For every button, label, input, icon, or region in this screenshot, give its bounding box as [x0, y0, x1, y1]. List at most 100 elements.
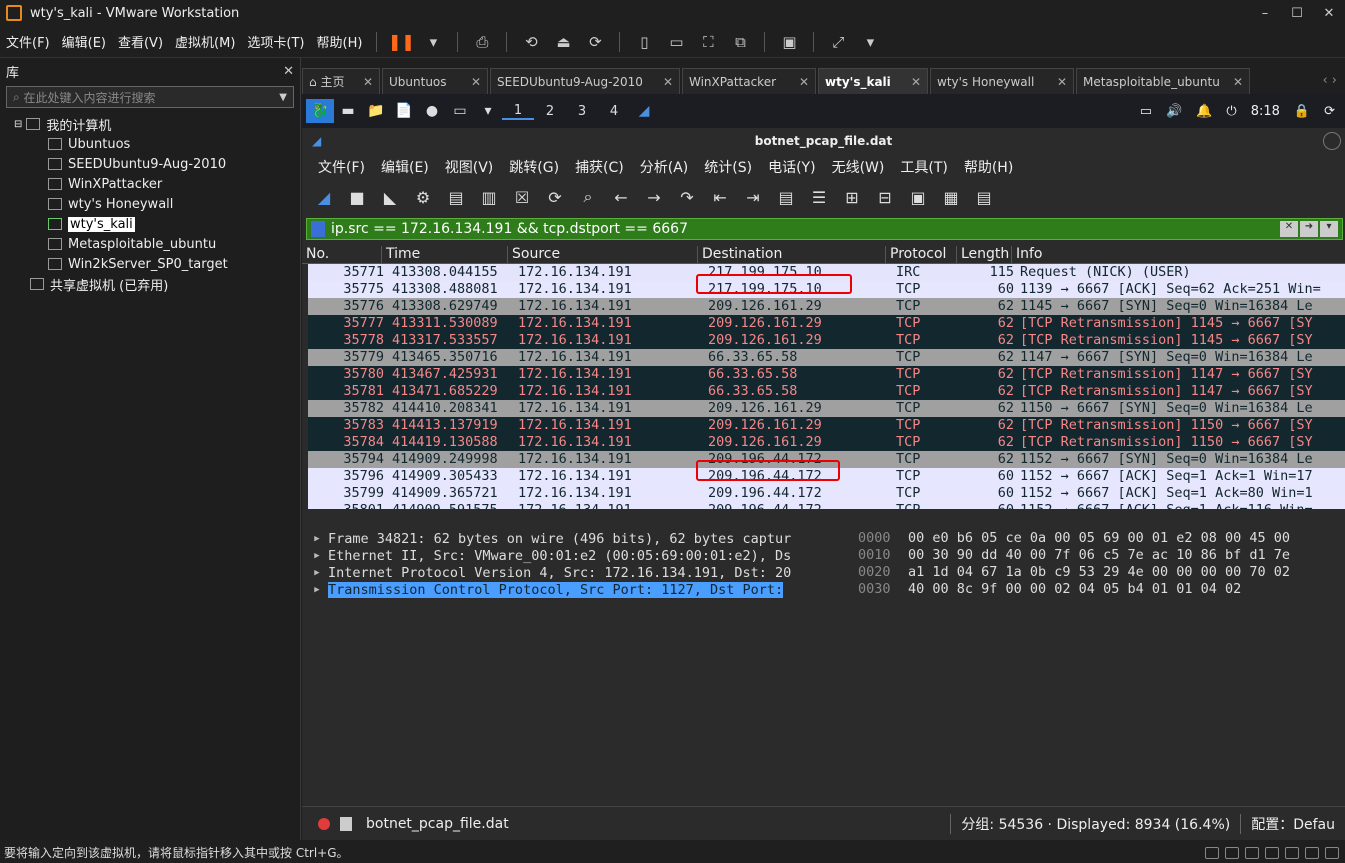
tab-ubuntuos[interactable]: Ubuntuos ✕ — [382, 68, 488, 94]
hex-row[interactable]: 0030 40 00 8c 9f 00 00 02 04 05 b4 01 01 … — [852, 581, 1345, 598]
detail-frame[interactable]: ▶ Frame 34821: 62 bytes on wire (496 bits… — [306, 530, 844, 547]
zoom-in-icon[interactable]: ⊞ — [838, 183, 866, 211]
tree-item-winxpattacker[interactable]: WinXPattacker — [0, 174, 300, 194]
tree-root[interactable]: ⊟ 我的计算机 — [0, 114, 300, 134]
detail-tcp[interactable]: ▶ Transmission Control Protocol, Src Port… — [306, 581, 844, 598]
expand-icon[interactable]: ▶ — [306, 568, 328, 578]
snapshot-icon[interactable]: ⟲ — [519, 30, 543, 54]
unity-icon[interactable]: ⧉ — [728, 30, 752, 54]
clear-filter-icon[interactable]: ✕ — [1280, 221, 1298, 237]
tree-item-kali[interactable]: wty's_kali — [0, 214, 300, 234]
packet-row[interactable]: 35782 414410.208341 172.16.134.191 209.126.… — [308, 400, 1345, 417]
menu-edit[interactable]: 编辑(E) — [56, 32, 112, 51]
workspace-2[interactable]: 2 — [534, 104, 566, 119]
wireshark-taskbar-icon[interactable]: ◢ — [630, 99, 658, 123]
refresh-icon[interactable]: ⟳ — [1324, 104, 1335, 119]
chevron-down-icon[interactable]: ▼ — [279, 92, 287, 103]
autoscroll-icon[interactable]: ▤ — [772, 183, 800, 211]
terminal-dropdown-icon[interactable]: ▾ — [474, 99, 502, 123]
edit-comment-icon[interactable] — [340, 816, 352, 831]
sound-icon[interactable] — [1285, 846, 1299, 859]
dropdown-icon[interactable]: ▾ — [421, 30, 445, 54]
menu-tabs[interactable]: 选项卡(T) — [241, 32, 310, 51]
tab-home[interactable]: ⌂ 主页 ✕ — [302, 68, 380, 94]
bookmark-icon[interactable] — [311, 221, 325, 237]
col-destination[interactable]: Destination — [698, 246, 886, 263]
workspace-1[interactable]: 1 — [502, 103, 534, 120]
tree-item-shared[interactable]: 共享虚拟机 (已弃用) — [0, 274, 300, 294]
minimize-icon[interactable]: – — [1249, 6, 1281, 21]
terminal-icon[interactable]: ▭ — [446, 99, 474, 123]
ws-menu-file[interactable]: 文件(F) — [310, 157, 373, 177]
last-packet-icon[interactable]: ⇥ — [739, 183, 767, 211]
normal-size-icon[interactable]: ▣ — [904, 183, 932, 211]
ws-menu-edit[interactable]: 编辑(E) — [373, 157, 437, 177]
tree-item-ubuntuos[interactable]: Ubuntuos — [0, 134, 300, 154]
firefox-icon[interactable]: ● — [418, 99, 446, 123]
status-profile[interactable]: 配置：Defau — [1240, 813, 1345, 834]
zoom-out-icon[interactable]: ⊟ — [871, 183, 899, 211]
packet-row[interactable]: 35799 414909.365721 172.16.134.191 209.196.… — [308, 485, 1345, 502]
tab-kali[interactable]: wty's_kali ✕ — [818, 68, 928, 94]
library-toggle-icon[interactable]: ▯ — [632, 30, 656, 54]
lock-icon[interactable]: 🔒 — [1294, 104, 1310, 119]
pause-icon[interactable]: ❚❚ — [388, 30, 415, 54]
packet-row[interactable]: 35777 413311.530089 172.16.134.191 209.126.… — [308, 315, 1345, 332]
ws-menu-statistics[interactable]: 统计(S) — [696, 157, 760, 177]
stop-capture-icon[interactable]: ■ — [343, 183, 371, 211]
close-icon[interactable]: ✕ — [911, 75, 921, 89]
stretch-icon[interactable]: ⤢ — [826, 30, 850, 54]
go-forward-icon[interactable]: → — [640, 183, 668, 211]
start-capture-icon[interactable]: ◢ — [310, 183, 338, 211]
detail-ethernet[interactable]: ▶ Ethernet II, Src: VMware_00:01:e2 (00:0… — [306, 547, 844, 564]
printer-icon[interactable] — [1305, 846, 1319, 859]
detail-ip[interactable]: ▶ Internet Protocol Version 4, Src: 172.1… — [306, 564, 844, 581]
hex-row[interactable]: 0020 a1 1d 04 67 1a 0b c9 53 29 4e 00 00 … — [852, 564, 1345, 581]
filter-dropdown-icon[interactable]: ▾ — [1320, 221, 1338, 237]
go-back-icon[interactable]: ← — [607, 183, 635, 211]
open-file-icon[interactable]: ▤ — [442, 183, 470, 211]
menu-help[interactable]: 帮助(H) — [311, 32, 369, 51]
display-device-icon[interactable] — [1325, 846, 1339, 859]
expert-info-icon[interactable] — [318, 817, 330, 830]
ws-menu-wireless[interactable]: 无线(W) — [824, 157, 893, 177]
expand-icon[interactable]: ▶ — [306, 551, 328, 561]
column-layout-icon[interactable]: ▤ — [970, 183, 998, 211]
colorize-icon[interactable]: ☰ — [805, 183, 833, 211]
go-to-packet-icon[interactable]: ↷ — [673, 183, 701, 211]
tree-item-win2kserver[interactable]: Win2kServer_SP0_target — [0, 254, 300, 274]
power-icon[interactable]: ⏻ — [1226, 104, 1236, 119]
library-search-input[interactable]: ⌕ 在此处键入内容进行搜索 ▼ — [6, 86, 294, 108]
first-packet-icon[interactable]: ⇤ — [706, 183, 734, 211]
hex-row[interactable]: 0000 00 e0 b6 05 ce 0a 00 05 69 00 01 e2 … — [852, 530, 1345, 547]
tree-item-honeywall[interactable]: wty's Honeywall — [0, 194, 300, 214]
text-editor-icon[interactable]: 📄 — [390, 99, 418, 123]
ws-menu-tools[interactable]: 工具(T) — [892, 157, 955, 177]
send-keys-icon[interactable]: ⎙ — [470, 30, 494, 54]
restart-capture-icon[interactable]: ◣ — [376, 183, 404, 211]
packet-row[interactable]: 35778 413317.533557 172.16.134.191 209.126.… — [308, 332, 1345, 349]
resize-columns-icon[interactable]: ▦ — [937, 183, 965, 211]
ws-menu-go[interactable]: 跳转(G) — [501, 157, 567, 177]
library-close-icon[interactable]: ✕ — [283, 64, 294, 79]
kali-menu-icon[interactable]: 🐉 — [306, 99, 334, 123]
expand-icon[interactable]: ▶ — [306, 585, 328, 595]
ws-menu-help[interactable]: 帮助(H) — [956, 157, 1021, 177]
hex-row[interactable]: 0010 00 30 90 dd 40 00 7f 06 c5 7e ac 10 … — [852, 547, 1345, 564]
col-length[interactable]: Length — [957, 246, 1012, 263]
close-icon[interactable]: ✕ — [1233, 75, 1243, 89]
tab-metasploitable[interactable]: Metasploitable_ubuntu ✕ — [1076, 68, 1250, 94]
col-protocol[interactable]: Protocol — [886, 246, 957, 263]
close-icon[interactable]: ✕ — [363, 75, 373, 89]
close-icon[interactable]: ✕ — [1313, 6, 1345, 21]
network-icon[interactable] — [1245, 846, 1259, 859]
packet-row[interactable]: 35779 413465.350716 172.16.134.191 66.33.65… — [308, 349, 1345, 366]
display-icon[interactable]: ▭ — [1140, 104, 1152, 119]
workspace-4[interactable]: 4 — [598, 104, 630, 119]
col-source[interactable]: Source — [508, 246, 698, 263]
tab-scroll-icon[interactable]: ‹ › — [1314, 73, 1345, 94]
packet-row[interactable]: 35783 414413.137919 172.16.134.191 209.126.… — [308, 417, 1345, 434]
save-file-icon[interactable]: ▥ — [475, 183, 503, 211]
close-file-icon[interactable]: ☒ — [508, 183, 536, 211]
capture-options-icon[interactable]: ⚙ — [409, 183, 437, 211]
